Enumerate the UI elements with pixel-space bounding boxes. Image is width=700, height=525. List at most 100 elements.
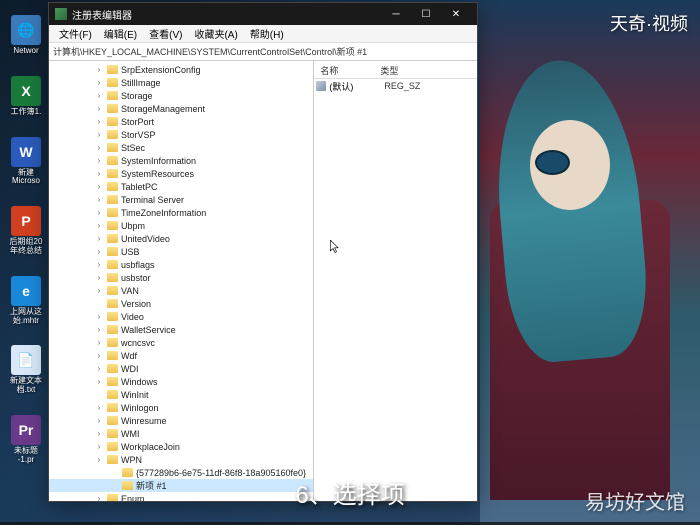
tree-node[interactable]: ›WalletService <box>49 323 313 336</box>
expand-arrow-icon[interactable]: › <box>94 182 104 191</box>
tree-node[interactable]: ›Winlogon <box>49 401 313 414</box>
icon-label: 未标题-1.pr <box>14 447 38 465</box>
tree-node[interactable]: ›StorPort <box>49 115 313 128</box>
expand-arrow-icon[interactable]: › <box>94 416 104 425</box>
expand-arrow-icon[interactable]: › <box>94 234 104 243</box>
expand-arrow-icon[interactable]: › <box>94 338 104 347</box>
window-titlebar[interactable]: 注册表编辑器 ─ ☐ ✕ <box>49 3 477 25</box>
expand-arrow-icon[interactable]: › <box>94 130 104 139</box>
expand-arrow-icon[interactable]: › <box>94 364 104 373</box>
expand-arrow-icon[interactable]: › <box>94 91 104 100</box>
tree-node[interactable]: ›StorageManagement <box>49 102 313 115</box>
folder-icon <box>107 377 118 386</box>
expand-arrow-icon[interactable]: › <box>94 208 104 217</box>
desktop-icon[interactable]: P后期组20年终总结 <box>5 206 47 256</box>
expand-arrow-icon[interactable]: › <box>94 442 104 451</box>
close-button[interactable]: ✕ <box>441 3 471 25</box>
string-value-icon <box>316 81 326 91</box>
tree-node[interactable]: › USB <box>49 245 313 258</box>
folder-icon <box>107 260 118 269</box>
tree-node[interactable]: ›usbstor <box>49 271 313 284</box>
tree-node[interactable]: ›Enum <box>49 492 313 501</box>
tree-node[interactable]: ›SystemInformation <box>49 154 313 167</box>
menu-item[interactable]: 查看(V) <box>143 26 188 41</box>
column-type[interactable]: 类型 <box>374 64 477 77</box>
folder-icon <box>107 403 118 412</box>
tree-node[interactable]: ›UnitedVideo <box>49 232 313 245</box>
tree-node[interactable]: ›StSec <box>49 141 313 154</box>
tree-node[interactable]: Version <box>49 297 313 310</box>
tree-node[interactable]: ›TabletPC <box>49 180 313 193</box>
expand-arrow-icon[interactable]: › <box>94 455 104 464</box>
app-icon: 🌐 <box>11 15 41 45</box>
registry-value-row[interactable]: (默认)REG_SZ <box>314 79 477 93</box>
expand-arrow-icon[interactable]: › <box>94 247 104 256</box>
expand-arrow-icon[interactable]: › <box>94 403 104 412</box>
desktop-icon[interactable]: 📄新建文本档.txt <box>5 345 47 395</box>
tree-node[interactable]: ›WorkplaceJoin <box>49 440 313 453</box>
expand-arrow-icon[interactable]: › <box>94 286 104 295</box>
expand-arrow-icon[interactable]: › <box>94 143 104 152</box>
desktop-icon[interactable]: Pr未标题-1.pr <box>5 415 47 465</box>
tree-node[interactable]: ›StorVSP <box>49 128 313 141</box>
tree-node[interactable]: ›WPN <box>49 453 313 466</box>
tree-node[interactable]: ›Windows <box>49 375 313 388</box>
expand-arrow-icon[interactable]: › <box>94 494 104 501</box>
tree-node[interactable]: ›StillImage <box>49 76 313 89</box>
maximize-button[interactable]: ☐ <box>411 3 441 25</box>
expand-arrow-icon[interactable]: › <box>94 104 104 113</box>
minimize-button[interactable]: ─ <box>381 3 411 25</box>
folder-icon <box>107 91 118 100</box>
tree-node-label: USB <box>121 247 140 257</box>
tree-node[interactable]: ›Wdf <box>49 349 313 362</box>
expand-arrow-icon[interactable]: › <box>94 325 104 334</box>
icon-label: Networ <box>13 47 38 56</box>
menu-item[interactable]: 编辑(E) <box>98 26 143 41</box>
desktop-icon[interactable]: 🌐 Networ <box>5 15 47 56</box>
menu-item[interactable]: 收藏夹(A) <box>188 26 243 41</box>
tree-node[interactable]: ›WMI <box>49 427 313 440</box>
folder-icon <box>107 65 118 74</box>
folder-icon <box>107 78 118 87</box>
expand-arrow-icon[interactable]: › <box>94 221 104 230</box>
expand-arrow-icon[interactable]: › <box>94 65 104 74</box>
expand-arrow-icon[interactable]: › <box>94 312 104 321</box>
folder-icon <box>107 143 118 152</box>
tree-node[interactable]: ›Ubpm <box>49 219 313 232</box>
expand-arrow-icon[interactable]: › <box>94 260 104 269</box>
column-name[interactable]: 名称 <box>314 64 374 77</box>
tree-node[interactable]: ›usbflags <box>49 258 313 271</box>
menu-item[interactable]: 文件(F) <box>53 26 98 41</box>
expand-arrow-icon[interactable]: › <box>94 273 104 282</box>
address-bar[interactable]: 计算机\HKEY_LOCAL_MACHINE\SYSTEM\CurrentCon… <box>49 43 477 61</box>
tree-node[interactable]: {577289b6-6e75-11df-86f8-18a905160fe0} <box>49 466 313 479</box>
tree-node-selected[interactable]: 新项 #1 <box>49 479 313 492</box>
tree-node[interactable]: ›wcncsvc <box>49 336 313 349</box>
tree-node[interactable]: ›Terminal Server <box>49 193 313 206</box>
registry-tree-panel[interactable]: ›SrpExtensionConfig›StillImage›Storage›S… <box>49 61 314 501</box>
tree-node[interactable]: ›Video <box>49 310 313 323</box>
desktop-icon[interactable]: W新建Microso <box>5 137 47 187</box>
tree-node[interactable]: ›TimeZoneInformation <box>49 206 313 219</box>
expand-arrow-icon[interactable]: › <box>94 169 104 178</box>
expand-arrow-icon[interactable]: › <box>94 429 104 438</box>
desktop-icon[interactable]: e上网从这始.mhtr <box>5 276 47 326</box>
expand-arrow-icon[interactable]: › <box>94 156 104 165</box>
tree-node[interactable]: ›SrpExtensionConfig <box>49 63 313 76</box>
folder-icon <box>107 182 118 191</box>
tree-node[interactable]: ›WDI <box>49 362 313 375</box>
desktop-icon[interactable]: X工作簿1. <box>5 76 47 117</box>
tree-node[interactable]: WinInit <box>49 388 313 401</box>
expand-arrow-icon[interactable]: › <box>94 377 104 386</box>
expand-arrow-icon[interactable]: › <box>94 117 104 126</box>
tree-node[interactable]: ›Storage <box>49 89 313 102</box>
tree-node[interactable]: ›Winresume <box>49 414 313 427</box>
expand-arrow-icon[interactable]: › <box>94 351 104 360</box>
expand-arrow-icon[interactable]: › <box>94 195 104 204</box>
tree-node[interactable]: ›SystemResources <box>49 167 313 180</box>
menu-item[interactable]: 帮助(H) <box>244 26 290 41</box>
registry-values-panel[interactable]: 名称 类型 (默认)REG_SZ <box>314 61 477 501</box>
folder-icon <box>107 130 118 139</box>
tree-node[interactable]: ›VAN <box>49 284 313 297</box>
expand-arrow-icon[interactable]: › <box>94 78 104 87</box>
